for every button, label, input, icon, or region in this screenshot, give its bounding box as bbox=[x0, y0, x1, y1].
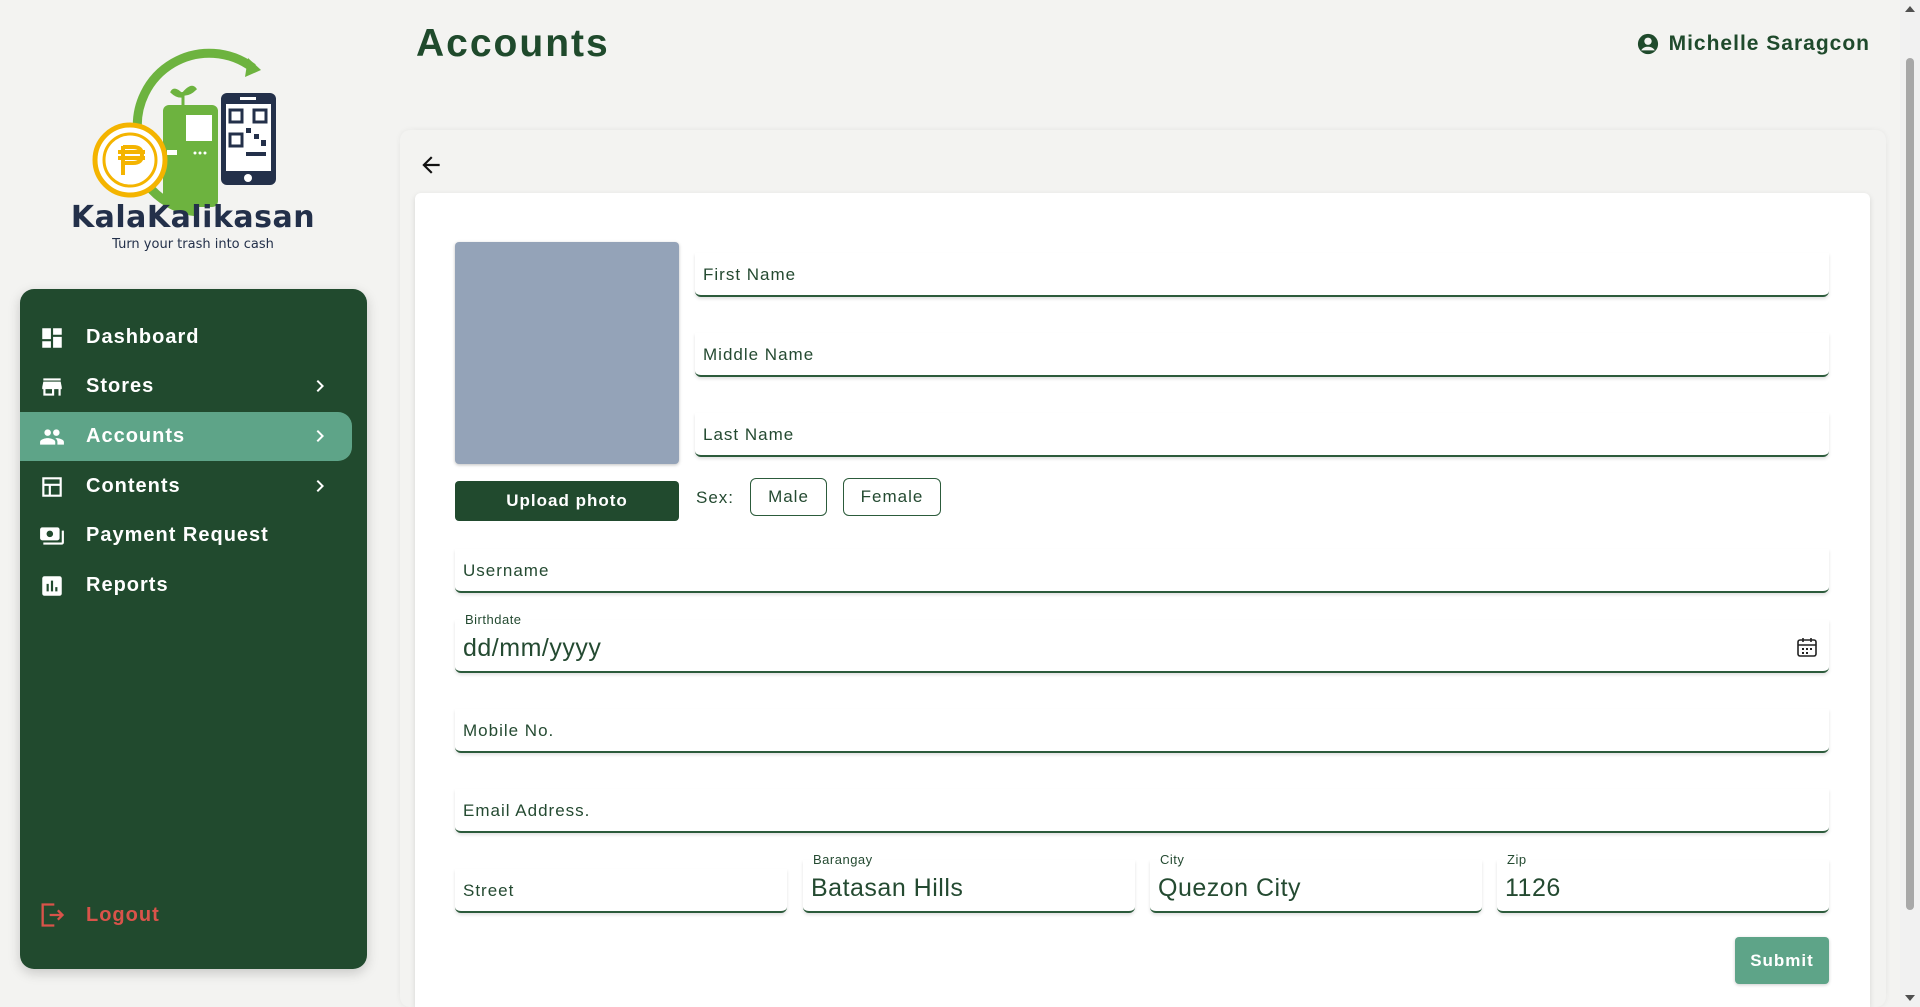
city-field[interactable]: City Quezon City bbox=[1150, 852, 1482, 913]
payment-icon bbox=[38, 522, 66, 550]
logout-label: Logout bbox=[86, 903, 160, 926]
sidebar-item-label: Dashboard bbox=[86, 326, 200, 348]
barangay-label: Barangay bbox=[813, 852, 873, 867]
sex-male-button[interactable]: Male bbox=[750, 478, 827, 516]
mobile-placeholder: Mobile No. bbox=[463, 721, 555, 740]
user-circle-icon bbox=[1637, 33, 1658, 55]
logout-button[interactable]: Logout bbox=[38, 901, 160, 929]
chevron-right-icon bbox=[316, 380, 324, 392]
users-icon bbox=[38, 423, 66, 451]
first-name-field[interactable]: First Name bbox=[695, 253, 1829, 297]
sidebar: Dashboard Stores Accounts Contents Payme… bbox=[20, 289, 367, 969]
zip-field[interactable]: Zip 1126 bbox=[1497, 852, 1829, 913]
scroll-down-icon[interactable] bbox=[1905, 995, 1915, 1001]
city-value: Quezon City bbox=[1158, 874, 1302, 902]
birthdate-field[interactable]: Birthdate dd/mm/yyyy bbox=[455, 612, 1829, 673]
barangay-value: Batasan Hills bbox=[811, 874, 964, 902]
sex-label: Sex: bbox=[696, 488, 735, 507]
chart-icon bbox=[38, 572, 66, 600]
username-placeholder: Username bbox=[463, 561, 550, 580]
zip-value: 1126 bbox=[1505, 874, 1561, 902]
store-icon bbox=[38, 373, 66, 401]
middle-name-field[interactable]: Middle Name bbox=[695, 333, 1829, 377]
user-menu[interactable]: Michelle Saragcon bbox=[1637, 32, 1870, 56]
page-title: Accounts bbox=[416, 22, 610, 65]
scroll-up-icon[interactable] bbox=[1905, 6, 1915, 12]
sidebar-item-dashboard[interactable]: Dashboard bbox=[20, 313, 352, 362]
sidebar-item-label: Stores bbox=[86, 375, 155, 397]
sidebar-item-label: Contents bbox=[86, 475, 181, 497]
photo-placeholder bbox=[455, 242, 679, 464]
dashboard-icon bbox=[38, 324, 66, 352]
sidebar-item-reports[interactable]: Reports bbox=[20, 561, 352, 610]
submit-button[interactable]: Submit bbox=[1735, 937, 1829, 984]
sidebar-item-label: Accounts bbox=[86, 425, 186, 447]
user-name: Michelle Saragcon bbox=[1668, 32, 1870, 55]
birthdate-label: Birthdate bbox=[465, 612, 522, 627]
email-field[interactable]: Email Address. bbox=[455, 789, 1829, 833]
sidebar-item-payment-request[interactable]: Payment Request bbox=[20, 511, 352, 560]
sidebar-item-accounts[interactable]: Accounts bbox=[20, 412, 352, 461]
brand-tagline: Turn your trash into cash bbox=[112, 237, 274, 252]
zip-label: Zip bbox=[1507, 852, 1527, 867]
sidebar-item-label: Payment Request bbox=[86, 524, 269, 546]
calendar-icon[interactable] bbox=[1795, 635, 1819, 659]
last-name-field[interactable]: Last Name bbox=[695, 413, 1829, 457]
email-placeholder: Email Address. bbox=[463, 801, 591, 820]
username-field[interactable]: Username bbox=[455, 549, 1829, 593]
logout-icon bbox=[41, 903, 65, 927]
mobile-field[interactable]: Mobile No. bbox=[455, 709, 1829, 753]
middle-name-placeholder: Middle Name bbox=[703, 345, 815, 364]
street-placeholder: Street bbox=[463, 881, 515, 900]
upload-photo-button[interactable]: Upload photo bbox=[455, 481, 679, 521]
sidebar-item-label: Reports bbox=[86, 574, 169, 596]
birthdate-value: dd/mm/yyyy bbox=[463, 634, 602, 662]
first-name-placeholder: First Name bbox=[703, 265, 797, 284]
back-arrow-icon[interactable] bbox=[418, 152, 444, 178]
last-name-placeholder: Last Name bbox=[703, 425, 795, 444]
brand-name: KalaKalikasan bbox=[70, 200, 316, 235]
scrollbar-thumb[interactable] bbox=[1906, 58, 1914, 910]
table-icon bbox=[38, 473, 66, 501]
street-field[interactable]: Street bbox=[455, 869, 787, 913]
sex-female-button[interactable]: Female bbox=[843, 478, 941, 516]
sidebar-item-stores[interactable]: Stores bbox=[20, 362, 352, 411]
city-label: City bbox=[1160, 852, 1185, 867]
scrollbar[interactable] bbox=[1900, 0, 1920, 1007]
barangay-field[interactable]: Barangay Batasan Hills bbox=[803, 852, 1135, 913]
chevron-right-icon bbox=[316, 480, 324, 492]
sidebar-item-contents[interactable]: Contents bbox=[20, 462, 352, 511]
chevron-right-icon bbox=[316, 430, 324, 442]
